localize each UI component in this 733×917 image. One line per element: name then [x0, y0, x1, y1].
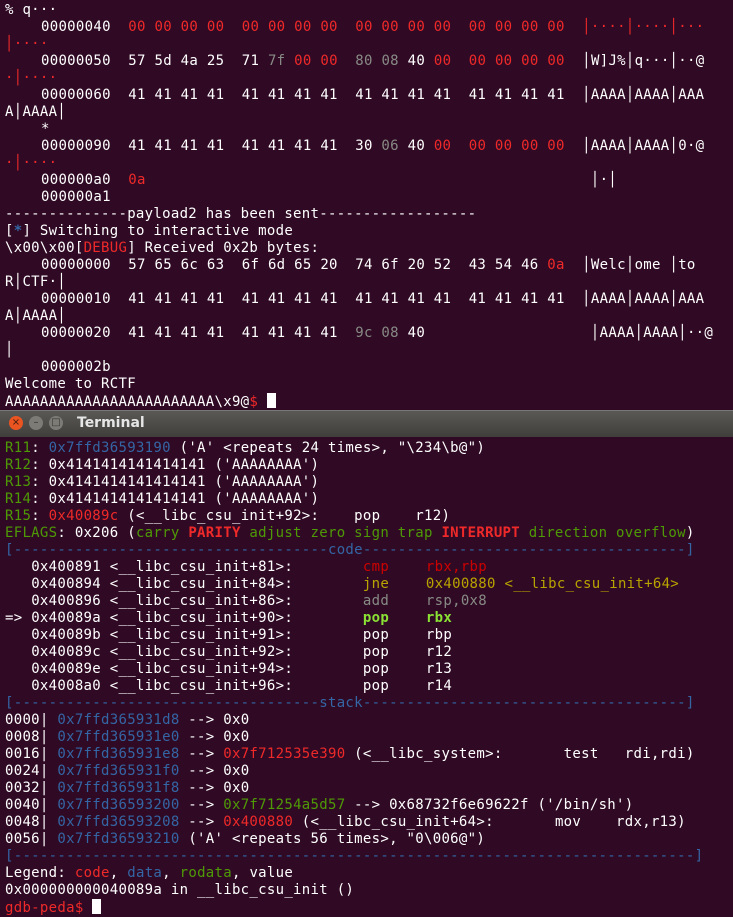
register-line: R11: 0x7ffd36593190 ('A' <repeats 24 tim… [5, 440, 486, 456]
code-line: 0x400894 <__libc_csu_init+84>: jne 0x4008… [31, 576, 680, 592]
text-cursor [92, 899, 102, 914]
debug-received-line: \x00\x00[DEBUG] Received 0x2b bytes: [5, 240, 320, 256]
code-line: 0x40089e <__libc_csu_init+94>: pop r13 [31, 661, 453, 677]
stack-line: 0032| 0x7ffd365931f8 --> 0x0 [5, 780, 250, 796]
hexdump-end: 0000002b [41, 359, 111, 375]
hexdump-wrap: A│AAAA│ [5, 104, 67, 120]
hexdump-line: 00000090 41 41 41 41 41 41 41 41 30 06 4… [41, 138, 705, 154]
code-line: 0x4008a0 <__libc_csu_init+96>: pop r14 [31, 678, 453, 694]
location-line: 0x000000000040089a in __libc_csu_init () [5, 882, 355, 898]
close-window-button[interactable]: × [9, 416, 23, 430]
window-titlebar[interactable]: × – □ Terminal [0, 410, 733, 437]
switch-mode-line: [*] Switching to interactive mode [5, 223, 294, 239]
hexdump-wrap: A│AAAA│ [5, 308, 67, 324]
code-line: 0x400891 <__libc_csu_init+81>: cmp rbx,rb… [31, 559, 488, 575]
end-separator: [---------------------------------------… [5, 848, 704, 864]
code-line: 0x40089c <__libc_csu_init+92>: pop r12 [31, 644, 453, 660]
window-title: Terminal [77, 415, 145, 431]
stack-line: 0048| 0x7ffd36593208 --> 0x400880 (<__li… [5, 814, 686, 830]
stack-line: 0008| 0x7ffd365931e0 --> 0x0 [5, 729, 250, 745]
text-cursor [266, 393, 276, 408]
payload-sent-line: --------------payload2 has been sent----… [5, 206, 477, 222]
hexdump-wrap: R│CTF·│ [5, 274, 67, 290]
stack-line: 0040| 0x7ffd36593200 --> 0x7f71254a5d57 … [5, 797, 634, 813]
gdb-prompt-line[interactable]: gdb-peda$ [5, 899, 102, 916]
code-section-separator: [------------------------------------cod… [5, 542, 695, 558]
stack-section-separator: [-----------------------------------stac… [5, 695, 695, 711]
stack-line: 0024| 0x7ffd365931f0 --> 0x0 [5, 763, 250, 779]
code-line-current: => 0x40089a <__libc_csu_init+90>: pop rbx [5, 610, 453, 626]
hexdump-line: 00000040 00 00 00 00 00 00 00 00 00 00 0… [41, 19, 705, 35]
register-line: R12: 0x4141414141414141 ('AAAAAAAA') [5, 457, 320, 473]
stack-line: 0000| 0x7ffd365931d8 --> 0x0 [5, 712, 250, 728]
hexdump-line: 00000020 41 41 41 41 41 41 41 41 9c 08 4… [41, 325, 714, 341]
hexdump-line: 000000a0 0a │·│ [41, 172, 618, 188]
code-line: 0x40089b <__libc_csu_init+91>: pop rbp [31, 627, 453, 643]
hexdump-wrap: │ [5, 342, 14, 358]
hexdump-wrap: ·│···· [5, 155, 58, 171]
register-line: R14: 0x4141414141414141 ('AAAAAAAA') [5, 491, 320, 507]
hexdump-wrap: ·│···· [5, 70, 58, 86]
hexdump-line: 00000010 41 41 41 41 41 41 41 41 41 41 4… [41, 291, 705, 307]
stack-line: 0016| 0x7ffd365931e8 --> 0x7f712535e390 … [5, 746, 695, 762]
hexdump-repeat: * [41, 121, 50, 137]
gdb-terminal[interactable]: R11: 0x7ffd36593190 ('A' <repeats 24 tim… [0, 437, 733, 917]
code-line: 0x400896 <__libc_csu_init+86>: add rsp,0x… [31, 593, 488, 609]
register-line: R13: 0x4141414141414141 ('AAAAAAAA') [5, 474, 320, 490]
hexdump-line: 00000060 41 41 41 41 41 41 41 41 41 41 4… [41, 87, 705, 103]
hexdump-line: 00000000 57 65 6c 63 6f 6d 65 20 74 6f 2… [41, 257, 705, 273]
stack-line: 0056| 0x7ffd36593210 ('A' <repeats 56 ti… [5, 831, 486, 847]
register-line: R15: 0x40089c (<__libc_csu_init+92>: pop… [5, 508, 451, 524]
hexdump-line: 00000050 57 5d 4a 25 71 7f 00 00 80 08 4… [41, 53, 705, 69]
welcome-line: Welcome to RCTF [5, 376, 136, 392]
legend-line: Legend: code, data, rodata, value [5, 865, 294, 881]
eflags-line: EFLAGS: 0x206 (carry PARITY adjust zero … [5, 525, 695, 541]
maximize-window-button[interactable]: □ [49, 416, 63, 430]
hexdump-wrap: │···· [5, 36, 49, 52]
gdb-prompt: gdb-peda$ [5, 900, 93, 916]
output-line: % q··· [5, 2, 58, 18]
top-terminal[interactable]: % q··· 00000040 00 00 00 00 00 00 00 00 … [0, 0, 733, 410]
shell-prompt-line[interactable]: AAAAAAAAAAAAAAAAAAAAAAAA\x9@$ [5, 393, 276, 410]
minimize-window-button[interactable]: – [29, 416, 43, 430]
hexdump-end: 000000a1 [41, 189, 111, 205]
